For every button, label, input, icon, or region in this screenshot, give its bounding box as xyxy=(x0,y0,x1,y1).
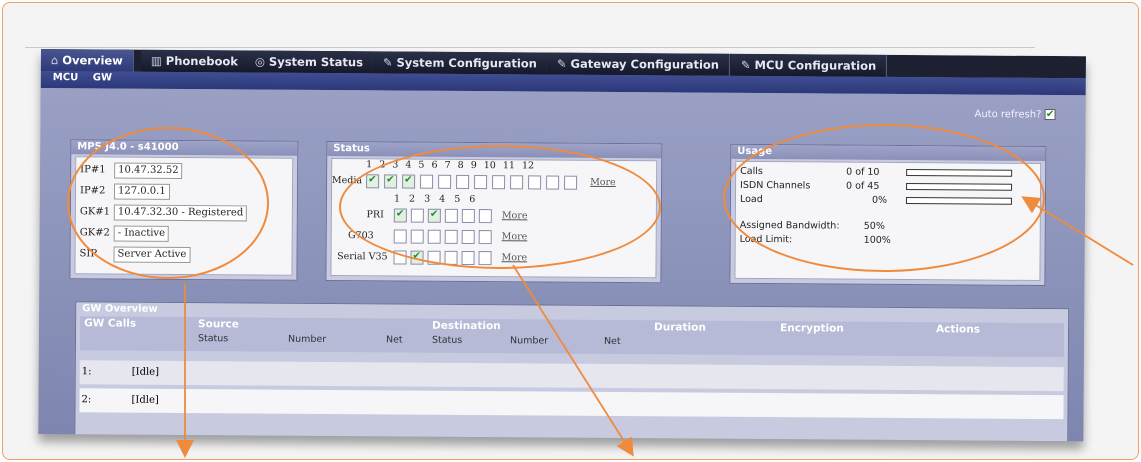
annotation-arrows xyxy=(176,196,1134,458)
arrow-left-usage xyxy=(1021,196,1134,266)
arrow-down-middle xyxy=(512,264,634,457)
figure-frame: ⌂ Overview ▥ Phonebook ◎ System Status ✎ Sys… xyxy=(2,2,1139,460)
